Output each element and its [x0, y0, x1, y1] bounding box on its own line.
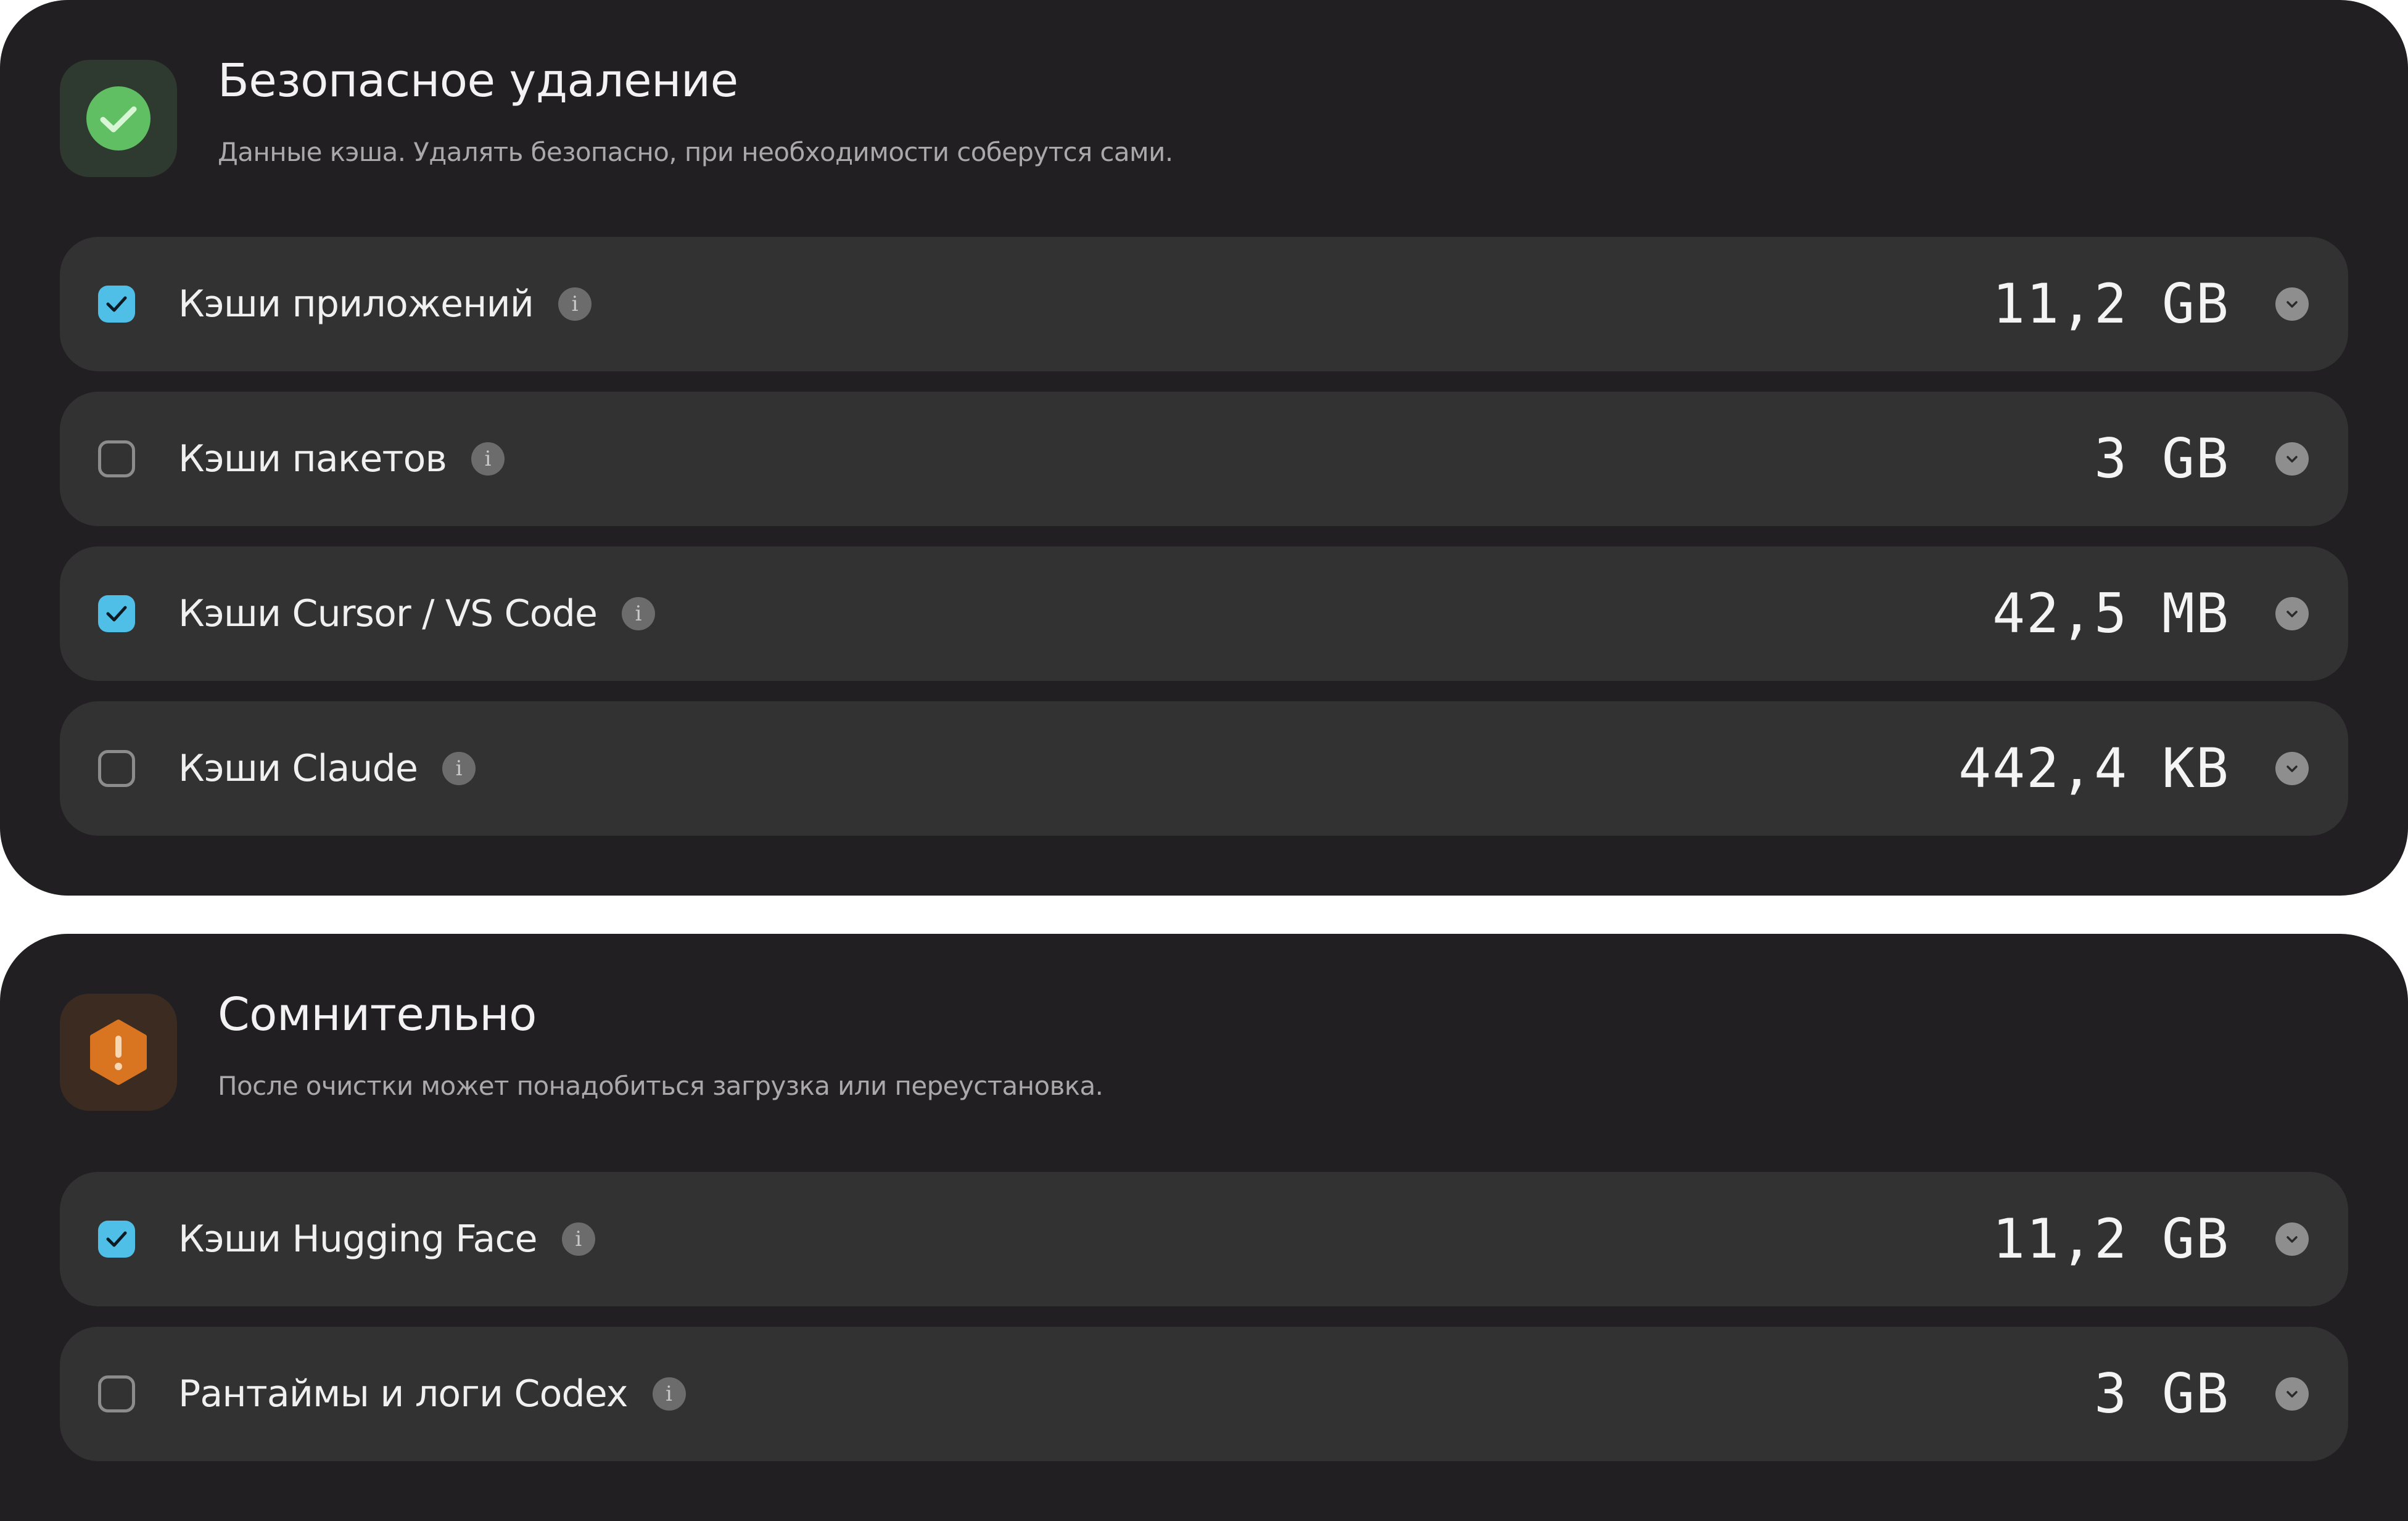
item-checkbox[interactable]: [98, 1221, 135, 1258]
list-item[interactable]: Рантаймы и логи Codex i 3 GB: [60, 1327, 2348, 1461]
item-size: 3 GB: [2094, 1362, 2230, 1425]
expand-button[interactable]: [2275, 1377, 2309, 1411]
info-icon[interactable]: i: [622, 597, 656, 630]
item-label: Кэши Cursor / VS Code: [178, 592, 598, 635]
chevron-down-icon: [2286, 611, 2298, 617]
checkmark-icon: [106, 1231, 127, 1247]
item-label-wrap: Кэши Hugging Face i: [178, 1172, 595, 1306]
safe-section-icon-tile: [60, 60, 177, 177]
item-label-wrap: Кэши Cursor / VS Code i: [178, 546, 656, 681]
item-label: Кэши Hugging Face: [178, 1218, 538, 1261]
item-label-wrap: Кэши приложений i: [178, 237, 592, 371]
chevron-down-icon: [2286, 1391, 2298, 1398]
checkmark-icon: [106, 296, 127, 312]
info-icon[interactable]: i: [442, 752, 476, 785]
doubtful-section-icon-tile: [60, 994, 177, 1111]
item-label: Кэши Claude: [178, 747, 418, 790]
info-icon[interactable]: i: [471, 442, 505, 476]
chevron-down-icon: [2286, 301, 2298, 308]
list-item[interactable]: Кэши пакетов i 3 GB: [60, 392, 2348, 526]
item-label-wrap: Кэши пакетов i: [178, 392, 505, 526]
item-size: 11,2 GB: [1992, 272, 2230, 336]
item-checkbox[interactable]: [98, 440, 135, 477]
doubtful-section-panel: Сомнительно После очистки может понадоби…: [0, 934, 2408, 1521]
check-circle-icon: [86, 86, 150, 150]
info-icon[interactable]: i: [558, 287, 592, 321]
expand-button[interactable]: [2275, 287, 2309, 321]
safe-section-panel: Безопасное удаление Данные кэша. Удалять…: [0, 0, 2408, 896]
item-label: Рантаймы и логи Codex: [178, 1372, 628, 1416]
expand-button[interactable]: [2275, 597, 2309, 630]
item-label-wrap: Кэши Claude i: [178, 701, 476, 836]
info-icon[interactable]: i: [561, 1222, 595, 1256]
item-checkbox[interactable]: [98, 1375, 135, 1412]
expand-button[interactable]: [2275, 442, 2309, 476]
expand-button[interactable]: [2275, 752, 2309, 785]
warning-hexagon-icon: [90, 1020, 147, 1085]
expand-button[interactable]: [2275, 1222, 2309, 1256]
list-item[interactable]: Кэши Hugging Face i 11,2 GB: [60, 1172, 2348, 1306]
checkmark-icon: [106, 606, 127, 622]
section-title: Безопасное удаление: [218, 54, 738, 107]
item-size: 3 GB: [2094, 427, 2230, 490]
info-icon[interactable]: i: [652, 1377, 686, 1411]
chevron-down-icon: [2286, 765, 2298, 772]
list-item[interactable]: Кэши приложений i 11,2 GB: [60, 237, 2348, 371]
item-checkbox[interactable]: [98, 595, 135, 632]
list-item[interactable]: Кэши Claude i 442,4 KB: [60, 701, 2348, 836]
item-checkbox[interactable]: [98, 750, 135, 787]
section-subtitle: После очистки может понадобиться загрузк…: [218, 1071, 1103, 1101]
item-label: Кэши пакетов: [178, 437, 447, 480]
chevron-down-icon: [2286, 456, 2298, 463]
item-label-wrap: Рантаймы и логи Codex i: [178, 1327, 686, 1461]
item-size: 42,5 MB: [1992, 582, 2230, 645]
section-title: Сомнительно: [218, 988, 537, 1041]
item-size: 442,4 KB: [1958, 736, 2230, 800]
item-checkbox[interactable]: [98, 286, 135, 323]
chevron-down-icon: [2286, 1236, 2298, 1243]
section-subtitle: Данные кэша. Удалять безопасно, при необ…: [218, 137, 1173, 167]
item-label: Кэши приложений: [178, 282, 534, 326]
item-size: 11,2 GB: [1992, 1207, 2230, 1271]
list-item[interactable]: Кэши Cursor / VS Code i 42,5 MB: [60, 546, 2348, 681]
